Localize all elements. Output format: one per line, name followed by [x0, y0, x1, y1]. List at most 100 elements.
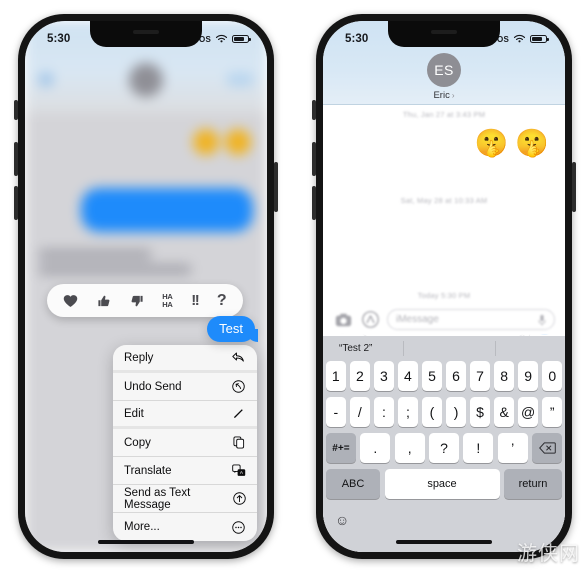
volume-up-button[interactable] [14, 142, 18, 176]
reaction-heart-icon[interactable] [63, 294, 78, 308]
keyboard-row-bottom: ABC space return [323, 469, 565, 499]
imessage-placeholder: iMessage [396, 314, 439, 325]
key-1[interactable]: 1 [326, 361, 346, 391]
power-button[interactable] [572, 162, 576, 212]
context-menu-item-edit[interactable]: Edit [113, 401, 257, 429]
key-exclamation[interactable]: ! [463, 433, 494, 463]
battery-icon [530, 34, 549, 44]
contact-name[interactable]: Eric › [433, 90, 454, 101]
reaction-question-icon[interactable]: ? [217, 292, 227, 310]
right-iphone-device: ES Eric › 5:30 SOS Thu, Jan 27 at 3:43 P… [312, 11, 576, 562]
key-question[interactable]: ? [429, 433, 459, 463]
key-apostrophe[interactable]: ’ [497, 433, 528, 463]
key-abc[interactable]: ABC [326, 469, 380, 499]
avatar[interactable]: ES [427, 53, 461, 87]
on-screen-keyboard: “Test 2” 1 2 3 4 5 6 7 8 9 0 - / : ; ()… [323, 336, 565, 552]
context-menu-label: Reply [124, 351, 154, 364]
volume-down-button[interactable] [14, 186, 18, 220]
microphone-icon[interactable] [538, 314, 546, 326]
key-semicolon[interactable]: ; [398, 397, 418, 427]
left-iphone-device: 5:30 SOS HA HA !! ? Test Reply Undo Send… [14, 11, 278, 562]
undo-circle-icon [231, 379, 246, 394]
key-2[interactable]: 2 [350, 361, 370, 391]
device-notch [388, 21, 500, 47]
key-paren-open[interactable]: ( [422, 397, 442, 427]
context-menu-label: Undo Send [124, 380, 182, 393]
autocorrect-suggestion[interactable]: “Test 2” [323, 336, 565, 361]
context-menu-item-more[interactable]: More... [113, 513, 257, 541]
home-indicator[interactable] [98, 539, 194, 544]
silent-switch[interactable] [312, 100, 316, 120]
key-at[interactable]: @ [518, 397, 538, 427]
key-colon[interactable]: : [374, 397, 394, 427]
context-menu-item-send-as-text[interactable]: Send as Text Message [113, 485, 257, 513]
context-menu-label: Send as Text Message [124, 486, 191, 511]
focused-message-bubble[interactable]: Test [207, 316, 258, 342]
key-comma[interactable]: , [394, 433, 425, 463]
silent-switch[interactable] [14, 100, 18, 120]
screenshot-stage: 5:30 SOS HA HA !! ? Test Reply Undo Send… [0, 0, 584, 572]
pencil-icon [231, 406, 246, 421]
home-indicator[interactable] [396, 539, 492, 544]
arrow-up-circle-icon [232, 491, 246, 506]
wifi-icon [215, 34, 228, 43]
key-6[interactable]: 6 [446, 361, 466, 391]
context-menu-label: More... [124, 521, 160, 533]
reply-arrow-icon [231, 350, 246, 365]
status-time: 5:30 [345, 33, 369, 45]
imessage-input-field[interactable]: iMessage [387, 309, 555, 330]
power-button[interactable] [274, 162, 278, 212]
left-phone-screen: 5:30 SOS HA HA !! ? Test Reply Undo Send… [25, 21, 267, 552]
key-symbols-toggle[interactable]: #+= [326, 433, 356, 463]
reaction-exclamation-icon[interactable]: !! [191, 292, 200, 309]
key-dollar[interactable]: $ [470, 397, 490, 427]
volume-down-button[interactable] [312, 186, 316, 220]
tapback-reactions-bar[interactable]: HA HA !! ? [47, 284, 243, 317]
context-menu-item-copy[interactable]: Copy [113, 429, 257, 457]
timestamp-divider: Today 5:30 PM [417, 291, 471, 300]
context-menu-label: Edit [124, 407, 144, 420]
volume-up-button[interactable] [312, 142, 316, 176]
reaction-haha-icon[interactable]: HA HA [162, 293, 173, 308]
key-ampersand[interactable]: & [494, 397, 514, 427]
reaction-thumbs-up-icon[interactable] [97, 294, 111, 308]
key-paren-close[interactable]: ) [446, 397, 466, 427]
context-menu-label: Translate [124, 464, 172, 477]
timestamp-divider: Sat, May 28 at 10:33 AM [400, 196, 488, 205]
key-9[interactable]: 9 [518, 361, 538, 391]
key-4[interactable]: 4 [398, 361, 418, 391]
key-8[interactable]: 8 [494, 361, 514, 391]
key-space[interactable]: space [384, 469, 500, 499]
ellipsis-circle-icon [231, 520, 246, 535]
key-3[interactable]: 3 [374, 361, 394, 391]
emoji-message[interactable]: 🤫 🤫 [323, 124, 565, 158]
smiley-face-icon[interactable]: ☺ [335, 512, 349, 528]
key-hyphen[interactable]: - [326, 397, 346, 427]
key-slash[interactable]: / [350, 397, 370, 427]
key-5[interactable]: 5 [422, 361, 442, 391]
context-menu-item-reply[interactable]: Reply [113, 345, 257, 373]
emoji-shushing-face-2: 🤫 [515, 128, 549, 158]
key-0[interactable]: 0 [542, 361, 562, 391]
chevron-right-icon: › [451, 91, 455, 100]
device-notch [90, 21, 202, 47]
wifi-icon [513, 34, 526, 43]
key-period[interactable]: . [360, 433, 391, 463]
key-7[interactable]: 7 [470, 361, 490, 391]
focused-message-text: Test [219, 321, 243, 336]
message-input-bar: iMessage [323, 303, 565, 336]
context-menu-label: Copy [124, 436, 151, 449]
backspace-icon[interactable] [532, 433, 563, 463]
battery-icon [232, 34, 251, 44]
key-return[interactable]: return [504, 469, 562, 499]
blurred-emoji-message [193, 129, 251, 155]
reaction-thumbs-down-icon[interactable] [130, 294, 144, 308]
context-menu-item-translate[interactable]: Translate A [113, 457, 257, 485]
app-store-icon[interactable] [360, 310, 380, 330]
keyboard-row-punctuation: #+= . , ? ! ’ [323, 433, 565, 463]
status-time: 5:30 [47, 33, 71, 45]
key-quote[interactable]: ” [542, 397, 562, 427]
emoji-shushing-face-1: 🤫 [474, 128, 509, 158]
context-menu-item-undo-send[interactable]: Undo Send [113, 373, 257, 401]
camera-icon[interactable] [333, 310, 353, 330]
